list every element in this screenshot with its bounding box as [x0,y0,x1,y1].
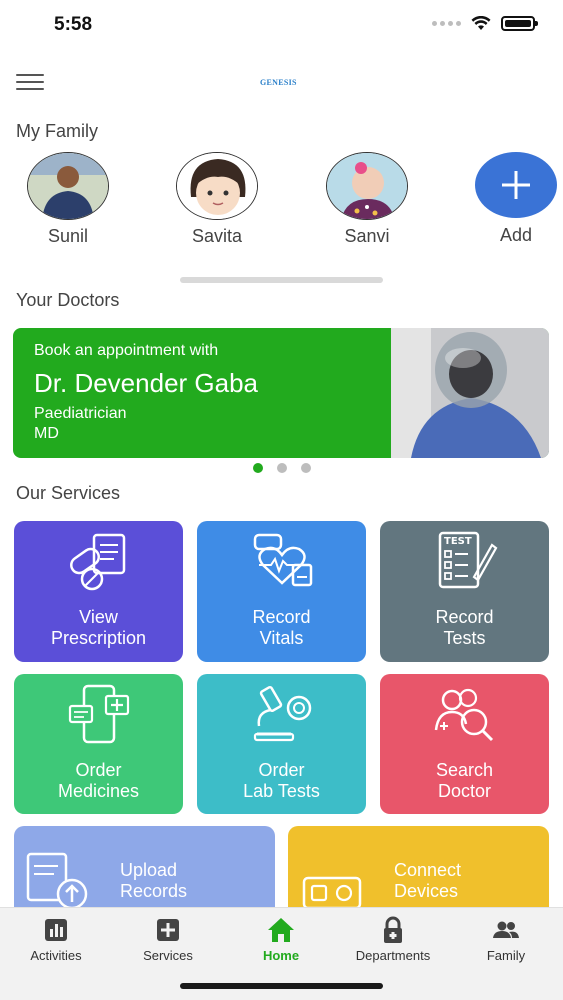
status-icons [432,16,538,31]
carousel-dot[interactable] [301,463,311,473]
nav-label: Activities [30,948,82,963]
member-name: Sunil [47,226,89,246]
search-doctor-icon [434,688,493,742]
upload-records-icon [26,852,88,908]
carousel-dot[interactable] [253,463,263,473]
doctor-name: Dr. Devender Gaba [34,368,259,398]
doctor-card-text: Book an appointment with Dr. Devender Ga… [34,342,258,443]
connect-devices-icon [302,876,362,908]
app-logo: GENESIS [260,78,297,87]
tile-label: Record Vitals [252,607,311,648]
vitals-heart-icon [253,533,312,587]
family-member-savita[interactable]: Savita [167,152,267,247]
tile-label: View Prescription [50,607,147,648]
test-clipboard-icon: TEST [438,531,497,589]
status-time: 5:58 [54,14,93,35]
tile-label: Upload Records [120,860,188,901]
app-header: GENESIS [0,60,563,104]
nav-services[interactable]: Services [112,916,224,963]
doctor-carousel-dots [253,463,311,473]
signal-icon [432,21,461,26]
family-section-title: My Family [16,121,98,141]
people-icon [493,921,519,938]
prescription-pills-icon [69,533,125,591]
home-icon [268,918,294,942]
nav-departments[interactable]: Departments [337,916,449,963]
doctor-degree: MD [34,425,59,442]
record-tests-tile[interactable]: TEST Record Tests [380,521,549,662]
nav-activities[interactable]: Activities [0,916,112,963]
nav-home[interactable]: Home [225,916,337,963]
status-bar: 5:58 [0,0,563,52]
nav-family[interactable]: Family [450,916,562,963]
tile-label: Order Medicines [57,760,140,801]
tile-label: Search Doctor [435,760,494,801]
doctor-specialty: Paediatrician [34,405,127,422]
bar-chart-icon [45,919,67,941]
wifi-icon [471,16,491,30]
avatar [326,152,408,220]
appointment-intro: Book an appointment with [34,342,219,359]
add-label: Add [499,225,533,245]
carousel-dot[interactable] [277,463,287,473]
search-doctor-tile[interactable]: Search Doctor [380,674,549,814]
doctor-appointment-card[interactable]: Book an appointment with Dr. Devender Ga… [13,328,549,458]
view-prescription-tile[interactable]: View Prescription [14,521,183,662]
microscope-icon [253,685,311,742]
family-member-sunil[interactable]: Sunil [18,152,118,247]
svg-text:TEST: TEST [444,536,472,547]
member-name: Savita [191,226,243,246]
doctor-photo [391,328,549,458]
nav-label: Services [143,948,193,963]
record-vitals-tile[interactable]: Record Vitals [197,521,366,662]
order-lab-tests-tile[interactable]: Order Lab Tests [197,674,366,814]
avatar [176,152,258,220]
menu-icon[interactable] [16,74,44,90]
nav-label: Departments [355,948,431,963]
doctors-section-title: Your Doctors [16,290,120,310]
order-medicines-tile[interactable]: Order Medicines [14,674,183,814]
lock-icon [384,916,402,943]
member-name: Sanvi [344,226,390,246]
nav-label: Family [486,948,526,963]
phone-medicine-icon [68,684,129,744]
battery-icon [501,16,538,31]
tile-label: Connect Devices [394,860,462,901]
nav-label: Home [262,948,300,963]
tile-label: Record Tests [435,607,494,648]
tile-label: Order Lab Tests [243,760,320,801]
add-family-member-button[interactable]: Add [466,152,563,246]
family-member-sanvi[interactable]: Sanvi [317,152,417,247]
services-section-title: Our Services [16,483,121,503]
plus-icon [475,152,557,218]
family-scroll-indicator [180,277,383,283]
home-indicator [180,983,383,989]
plus-square-icon [157,919,179,941]
avatar [27,152,109,220]
family-members-row: Sunil Savita Sanvi Add [0,152,563,252]
